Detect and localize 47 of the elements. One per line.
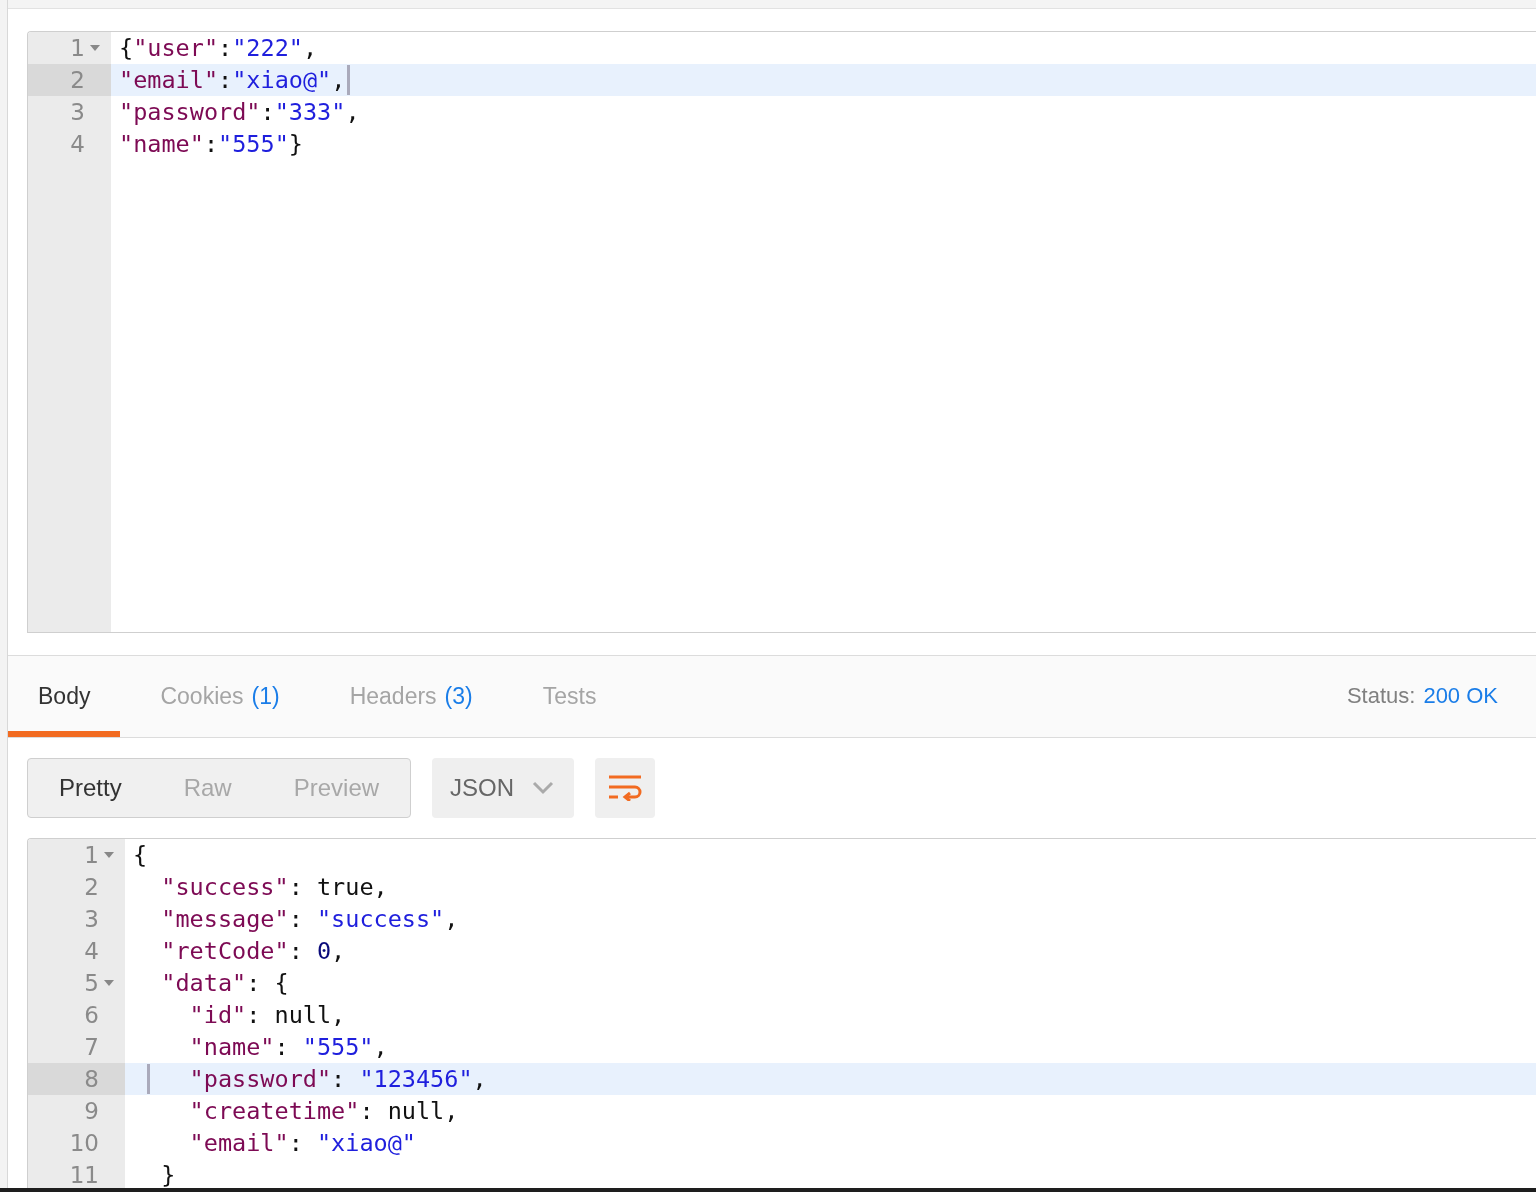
code-line: {"user":"222", bbox=[119, 33, 318, 64]
code-line: "email":"xiao@", bbox=[119, 65, 346, 96]
code-line: "message": "success", bbox=[160, 904, 459, 935]
status-value: 200 OK bbox=[1423, 682, 1498, 709]
view-mode-option[interactable]: Preview bbox=[262, 759, 411, 817]
response-tab[interactable]: Tests bbox=[512, 656, 627, 737]
chevron-down-icon bbox=[532, 781, 555, 795]
fold-caret-icon[interactable] bbox=[104, 980, 114, 986]
code-line: "createtime": null, bbox=[188, 1096, 459, 1127]
code-line: } bbox=[160, 1160, 176, 1188]
line-number: 11 bbox=[69, 1161, 99, 1188]
code-line: { bbox=[133, 840, 148, 871]
line-number: 1 bbox=[84, 841, 99, 870]
code-line: "name": "555", bbox=[188, 1032, 388, 1063]
line-number: 10 bbox=[69, 1129, 99, 1158]
code-line: "data": { bbox=[160, 968, 289, 999]
line-number: 9 bbox=[84, 1097, 99, 1126]
view-mode-option[interactable]: Pretty bbox=[28, 759, 153, 817]
line-number: 2 bbox=[70, 66, 85, 95]
line-number: 5 bbox=[84, 969, 99, 998]
line-number: 3 bbox=[84, 905, 99, 934]
line-number: 1 bbox=[70, 34, 85, 63]
line-number: 8 bbox=[84, 1065, 99, 1094]
status-label: Status: bbox=[1346, 682, 1416, 709]
line-number: 6 bbox=[84, 1001, 99, 1030]
line-number: 7 bbox=[84, 1033, 99, 1062]
line-number: 4 bbox=[84, 937, 99, 966]
response-tab[interactable]: Body bbox=[8, 656, 121, 737]
code-line: "success": true, bbox=[160, 872, 388, 903]
code-line: "id": null, bbox=[188, 1000, 346, 1031]
code-line: "retCode": 0, bbox=[160, 936, 346, 967]
request-body-editor[interactable]: 1 {"user":"222", 2 "email":"xiao@", 3 "password":"333", 4 "name":"555"} bbox=[27, 31, 1536, 633]
view-mode-option[interactable]: Raw bbox=[152, 759, 263, 817]
wrap-lines-icon bbox=[608, 775, 643, 801]
response-tab[interactable]: Headers (3) bbox=[319, 656, 503, 737]
code-line: "name":"555"} bbox=[119, 129, 303, 160]
code-line: "password": "123456", bbox=[188, 1064, 487, 1095]
fold-caret-icon[interactable] bbox=[90, 45, 100, 51]
wrap-lines-button[interactable] bbox=[595, 758, 656, 818]
fold-caret-icon[interactable] bbox=[104, 852, 114, 858]
code-line: "email": "xiao@" bbox=[188, 1128, 416, 1159]
format-dropdown[interactable]: JSON bbox=[432, 758, 575, 818]
line-number: 4 bbox=[70, 130, 85, 159]
line-number: 3 bbox=[70, 98, 85, 127]
code-line: "password":"333", bbox=[119, 97, 360, 128]
line-number: 2 bbox=[84, 873, 99, 902]
response-tab[interactable]: Cookies (1) bbox=[130, 656, 310, 737]
